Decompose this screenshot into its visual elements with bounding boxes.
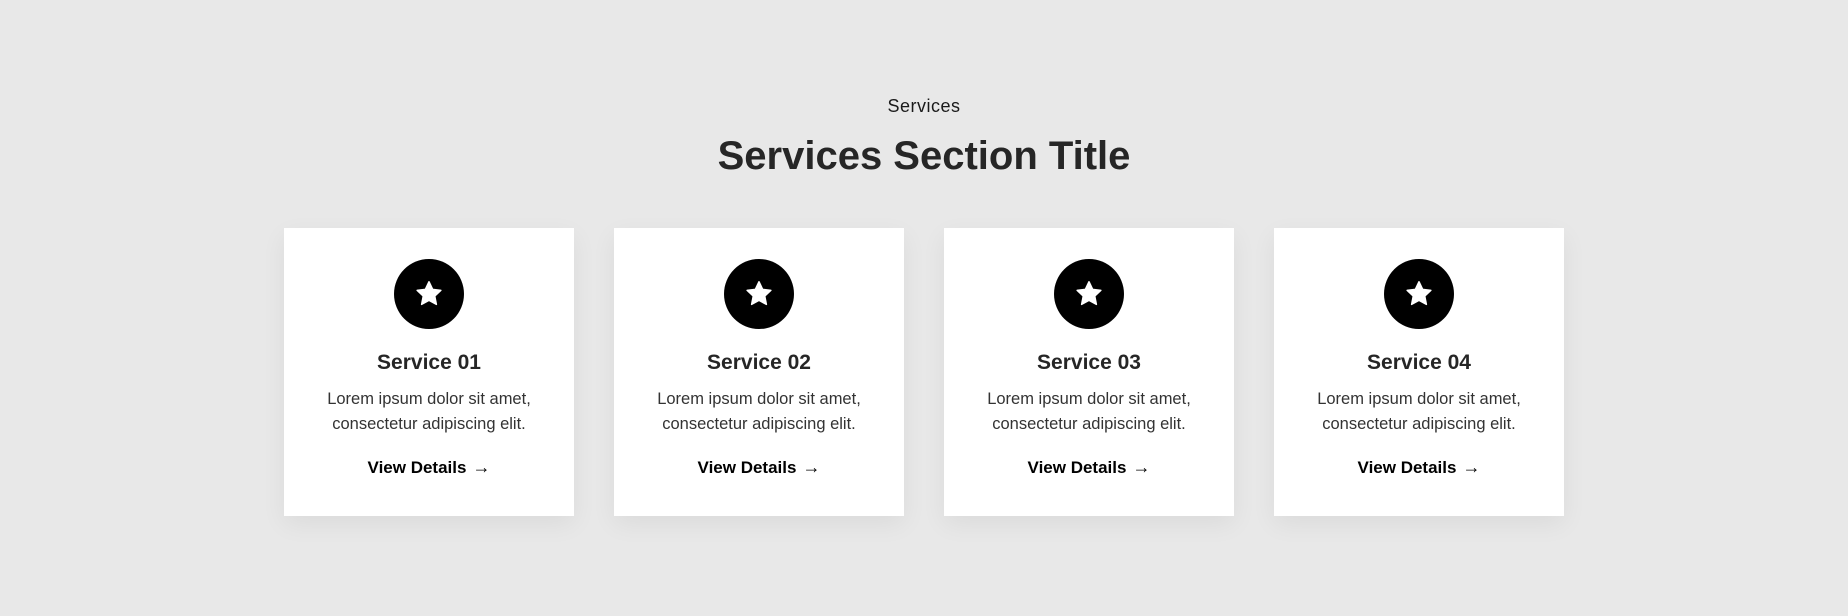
service-title: Service 02 bbox=[707, 351, 811, 374]
star-icon bbox=[1054, 259, 1124, 329]
service-card: Service 03 Lorem ipsum dolor sit amet, c… bbox=[944, 228, 1234, 516]
service-description: Lorem ipsum dolor sit amet, consectetur … bbox=[1317, 390, 1521, 433]
service-card: Service 02 Lorem ipsum dolor sit amet, c… bbox=[614, 228, 904, 516]
service-title: Service 03 bbox=[1037, 351, 1141, 374]
arrow-right-icon: → bbox=[1462, 457, 1481, 477]
service-description: Lorem ipsum dolor sit amet, consectetur … bbox=[327, 390, 531, 433]
view-details-label: View Details bbox=[1357, 457, 1457, 477]
service-title: Service 04 bbox=[1367, 351, 1471, 374]
service-card: Service 04 Lorem ipsum dolor sit amet, c… bbox=[1274, 228, 1564, 516]
star-icon bbox=[394, 259, 464, 329]
view-details-label: View Details bbox=[1027, 457, 1127, 477]
view-details-link[interactable]: View Details → bbox=[698, 457, 821, 478]
view-details-link[interactable]: View Details → bbox=[1028, 457, 1151, 478]
service-description: Lorem ipsum dolor sit amet, consectetur … bbox=[657, 390, 861, 433]
star-icon bbox=[1384, 259, 1454, 329]
service-title: Service 01 bbox=[377, 351, 481, 374]
arrow-right-icon: → bbox=[1132, 457, 1151, 477]
services-section: Services Services Section Title Service … bbox=[0, 0, 1848, 616]
view-details-label: View Details bbox=[367, 457, 467, 477]
view-details-link[interactable]: View Details → bbox=[1358, 457, 1481, 478]
arrow-right-icon: → bbox=[802, 457, 821, 477]
view-details-label: View Details bbox=[697, 457, 797, 477]
service-card: Service 01 Lorem ipsum dolor sit amet, c… bbox=[284, 228, 574, 516]
services-card-list: Service 01 Lorem ipsum dolor sit amet, c… bbox=[284, 228, 1564, 516]
arrow-right-icon: → bbox=[472, 457, 491, 477]
star-icon bbox=[724, 259, 794, 329]
view-details-link[interactable]: View Details → bbox=[368, 457, 491, 478]
section-eyebrow: Services bbox=[887, 96, 961, 116]
section-title: Services Section Title bbox=[717, 134, 1131, 178]
service-description: Lorem ipsum dolor sit amet, consectetur … bbox=[987, 390, 1191, 433]
